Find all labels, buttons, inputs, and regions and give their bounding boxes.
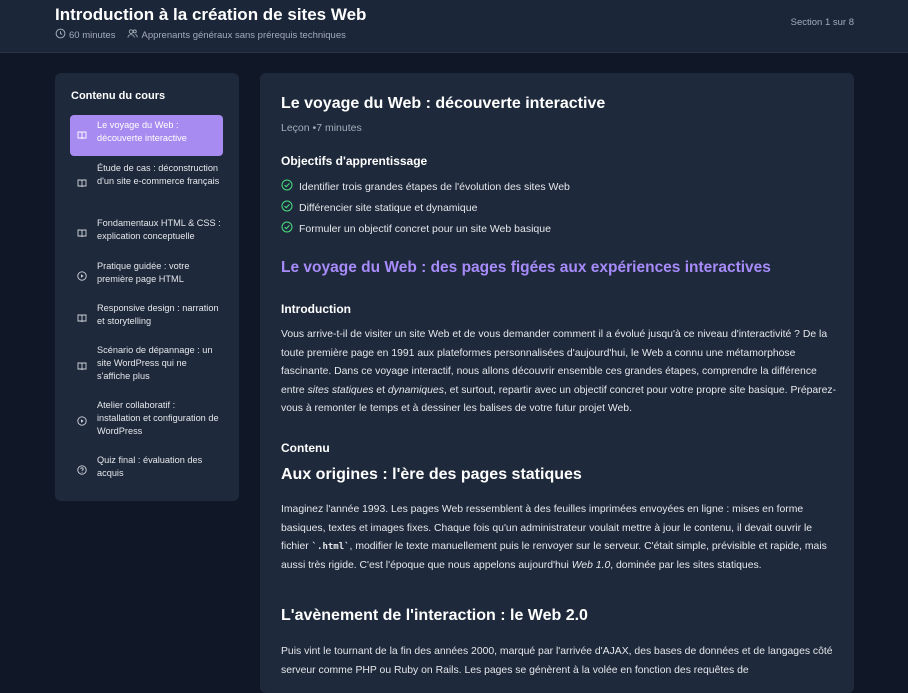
section-counter: Section 1 sur 8 [790, 17, 854, 28]
lesson-meta: Leçon •7 minutes [281, 122, 362, 134]
help-circle-icon [77, 462, 89, 475]
sidebar-item-label: Fondamentaux HTML & CSS : explication co… [97, 218, 221, 241]
intro-heading: Introduction [281, 302, 351, 316]
sidebar-item-label: Étude de cas : déconstruction d'un site … [97, 163, 220, 186]
check-circle-icon [281, 200, 299, 215]
content-title: Le voyage du Web : des pages figées aux … [281, 259, 771, 276]
sidebar-item-fondamentaux-html-css[interactable]: Fondamentaux HTML & CSS : explication co… [70, 217, 223, 245]
sidebar-item-label: Le voyage du Web : découverte interactiv… [97, 120, 187, 143]
course-sidebar: Contenu du cours Le voyage du Web : déco… [55, 73, 239, 501]
sidebar-title: Contenu du cours [71, 90, 166, 102]
book-icon [77, 310, 89, 323]
objective-item: Différencier site statique et dynamique [281, 200, 477, 215]
sidebar-item-etude-de-cas[interactable]: Étude de cas : déconstruction d'un site … [70, 162, 223, 204]
lesson-panel: Le voyage du Web : découverte interactiv… [260, 73, 854, 693]
sidebar-item-label: Pratique guidée : votre première page HT… [97, 261, 190, 284]
sidebar-item-atelier-collaboratif[interactable]: Atelier collaboratif : installation et c… [70, 399, 223, 441]
content-heading: Contenu [281, 441, 330, 455]
sidebar-item-voyage-du-web[interactable]: Le voyage du Web : découverte interactiv… [70, 115, 223, 156]
section2-paragraph: Puis vint le tournant de la fin des anné… [281, 646, 833, 676]
objectives-heading: Objectifs d'apprentissage [281, 154, 428, 168]
sidebar-item-quiz-final[interactable]: Quiz final : évaluation des acquis [70, 454, 223, 482]
sidebar-item-responsive-design[interactable]: Responsive design : narration et storyte… [70, 302, 223, 330]
objective-item: Identifier trois grandes étapes de l'évo… [281, 179, 570, 194]
sidebar-item-label: Quiz final : évaluation des acquis [97, 455, 203, 478]
sidebar-item-label: Responsive design : narration et storyte… [97, 303, 219, 326]
intro-paragraph: Vous arrive-t-il de visiter un site Web … [281, 329, 837, 415]
course-duration: 60 minutes [69, 29, 116, 41]
clock-icon [55, 28, 69, 42]
sidebar-item-label: Atelier collaboratif : installation et c… [97, 400, 219, 436]
book-icon [77, 127, 89, 140]
objective-item: Formuler un objectif concret pour un sit… [281, 221, 551, 236]
course-meta: 60 minutes Apprenants généraux sans prér… [55, 28, 358, 42]
course-title: Introduction à la création de sites Web [55, 5, 367, 24]
play-circle-icon [77, 413, 89, 426]
course-header: Introduction à la création de sites Web … [0, 0, 908, 53]
section1-title: Aux origines : l'ère des pages statiques [281, 466, 582, 483]
play-circle-icon [77, 268, 89, 281]
sidebar-item-scenario-depannage[interactable]: Scénario de dépannage : un site WordPres… [70, 344, 223, 386]
check-circle-icon [281, 221, 299, 236]
users-icon [127, 28, 141, 42]
section2-title: L'avènement de l'interaction : le Web 2.… [281, 607, 588, 624]
check-circle-icon [281, 179, 299, 194]
lesson-title: Le voyage du Web : découverte interactiv… [281, 95, 606, 112]
section1-paragraph: Imaginez l'année 1993. Les pages Web res… [281, 504, 827, 571]
sidebar-item-label: Scénario de dépannage : un site WordPres… [97, 345, 213, 381]
sidebar-item-pratique-guidee[interactable]: Pratique guidée : votre première page HT… [70, 260, 223, 288]
book-icon [77, 175, 89, 188]
book-icon [77, 358, 89, 371]
course-audience: Apprenants généraux sans prérequis techn… [141, 29, 346, 41]
book-icon [77, 225, 89, 238]
